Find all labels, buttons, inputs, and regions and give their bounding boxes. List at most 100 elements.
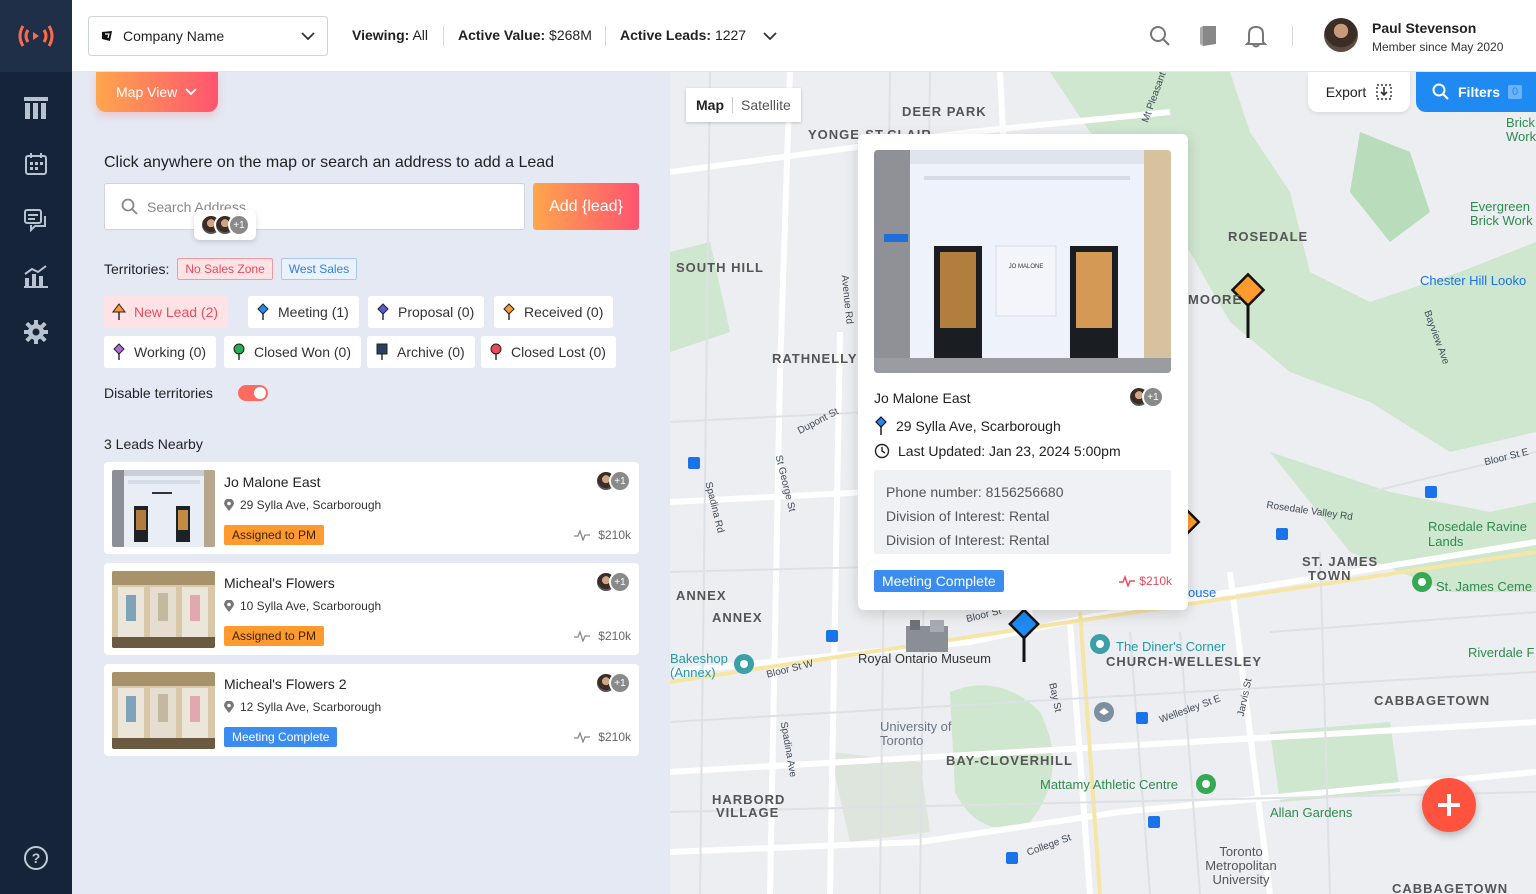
map-place: Riverdale F [1468,645,1535,660]
lead-name: Micheal's Flowers 2 [224,676,347,692]
user-member-since: Member since May 2020 [1372,40,1504,54]
lead-card[interactable]: Micheal's Flowers 10 Sylla Ave, Scarboro… [104,563,639,655]
map-label: ANNEX [676,588,727,603]
lead-address: 12 Sylla Ave, Scarborough [224,700,381,714]
plus-icon [1438,794,1460,816]
chevron-down-icon [185,88,197,96]
map[interactable]: DEER PARK YONGE-ST.CLAIR ROSEDALE SOUTH … [670,72,1536,894]
lead-value: $210k [574,528,631,542]
search-icon [121,198,138,215]
map-place: ouse [1188,585,1217,600]
notifications-bell-icon[interactable] [1244,24,1268,48]
lead-assignees: +1 [595,672,631,694]
more-avatars-badge: +1 [1142,386,1164,408]
map-place: Chester Hill Looko [1420,273,1527,288]
map-place: Bakeshop (Annex) [670,651,728,680]
search-icon[interactable] [1148,24,1172,48]
lead-popup-photo: JO MALONE [874,150,1171,373]
activity-pulse-icon [1119,575,1136,587]
territories-row: Territories: No Sales Zone West Sales [104,258,358,280]
more-avatars-badge: +1 [228,214,250,236]
map-place: Brick Works [1506,115,1536,144]
closed-lost-pin-icon [490,343,502,360]
lead-popup-updated: Last Updated: Jan 23, 2024 5:00pm [874,443,1121,459]
map-view-button[interactable]: Map View [96,72,218,112]
app-logo[interactable] [0,0,72,72]
status-filter-proposal[interactable]: Proposal (0) [368,296,485,328]
lead-popup-updated-text: Last Updated: Jan 23, 2024 5:00pm [898,443,1121,459]
lead-photo [112,571,215,648]
territory-no-sales-zone[interactable]: No Sales Zone [177,258,273,280]
documents-icon[interactable] [1196,24,1220,48]
map-label: CABBAGETOWN [1392,881,1509,894]
lead-popup-division: Division of Interest: Rental [886,532,1050,548]
status-filter-meeting[interactable]: Meeting (1) [248,296,359,328]
lead-value-text: $210k [598,528,631,542]
map-label: SOUTH HILL [676,260,764,275]
analytics-icon[interactable] [22,262,50,290]
lead-popup-card[interactable]: JO MALONE Jo Malone East +1 29 Sylla Ave… [858,134,1188,610]
divider [605,26,606,46]
lead-popup-status-badge: Meeting Complete [874,570,1004,592]
status-filter-working[interactable]: Working (0) [104,336,217,368]
status-filter-received[interactable]: Received (0) [494,296,614,328]
map-type-satellite[interactable]: Satellite [741,97,791,113]
proposal-pin-icon [377,303,389,320]
export-button[interactable]: Export [1308,72,1410,112]
lead-address-text: 10 Sylla Ave, Scarborough [240,599,382,613]
add-lead-button[interactable]: Add {lead} [533,183,639,230]
lead-status-badge: Assigned to PM [224,525,325,545]
top-bar: Company Name Viewing: All Active Value: … [72,0,1536,72]
status-filter-archive[interactable]: Archive (0) [367,336,475,368]
divider [732,97,733,113]
calendar-icon[interactable] [22,150,50,178]
more-avatars-badge: +1 [609,571,631,593]
status-filter-new-lead[interactable]: New Lead (2) [104,296,229,328]
lead-address-text: 12 Sylla Ave, Scarborough [240,700,382,714]
lead-address: 10 Sylla Ave, Scarborough [224,599,381,613]
lead-card[interactable]: Jo Malone East 29 Sylla Ave, Scarborough… [104,462,639,554]
search-icon [1432,83,1449,100]
lead-photo [112,672,215,749]
company-name: Company Name [123,28,225,44]
location-pin-icon [224,498,234,511]
territories-label: Territories: [104,261,170,277]
territory-west-sales[interactable]: West Sales [280,258,358,280]
lead-popup-details: Phone number: 8156256680 Division of Int… [874,470,1171,554]
download-icon [1376,84,1392,100]
status-filter-closed-lost[interactable]: Closed Lost (0) [481,336,616,368]
lead-value: $210k [574,730,631,744]
disable-territories-label: Disable territories [104,385,213,401]
lead-name: Jo Malone East [224,474,321,490]
location-pin-icon [224,599,234,612]
status-filter-closed-won[interactable]: Closed Won (0) [224,336,362,368]
lead-card[interactable]: Micheal's Flowers 2 12 Sylla Ave, Scarbo… [104,664,639,756]
status-label: Proposal (0) [398,304,475,320]
status-label: Working (0) [134,344,207,360]
map-label: TOWN [1308,568,1352,583]
map-label: CHURCH-WELLESLEY [1106,654,1263,669]
filters-button[interactable]: Filters 0 [1416,72,1536,112]
chevron-down-icon [301,32,315,40]
company-select[interactable]: Company Name [88,16,328,56]
company-logo-icon [102,31,112,41]
lead-assignees: +1 [595,571,631,593]
lead-popup-address: 29 Sylla Ave, Scarborough [874,416,1061,436]
new-lead-pin-icon [112,303,126,320]
help-icon[interactable]: ? [24,846,48,870]
add-lead-fab-button[interactable] [1422,778,1476,832]
map-label: VILLAGE [716,805,780,820]
messages-icon[interactable] [22,206,50,234]
user-avatar[interactable] [1324,18,1358,52]
address-search-input[interactable]: Search Address [104,183,525,230]
map-place: Toronto Metropolitan University [1205,844,1277,887]
settings-gear-icon[interactable] [22,318,50,346]
dashboard-icon[interactable] [22,94,50,122]
disable-territories-toggle[interactable] [238,385,268,401]
leads-nearby-title: 3 Leads Nearby [104,436,203,452]
map-type-map[interactable]: Map [696,97,724,113]
stats-chevron-down-icon[interactable] [758,24,782,48]
clock-icon [874,443,890,459]
location-pin-icon [224,700,234,713]
lead-photo [112,470,215,547]
